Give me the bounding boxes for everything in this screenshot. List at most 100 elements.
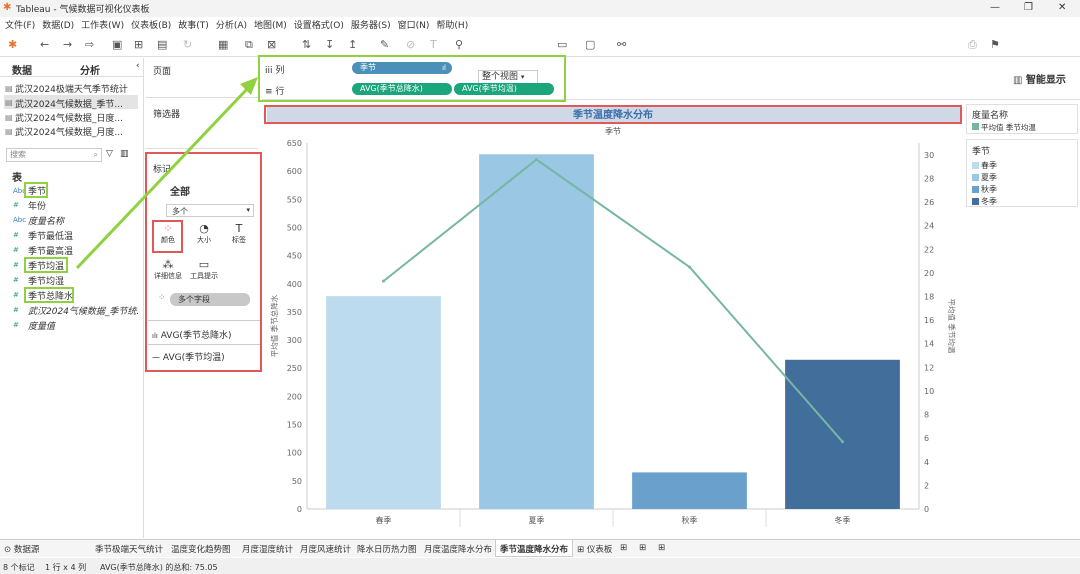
field-record-count[interactable]: 武汉2024气候数据_季节统... [28, 304, 138, 317]
new-dashboard-icon[interactable]: ⊞ [639, 543, 646, 553]
bar-春季 [326, 296, 441, 509]
minimize-icon[interactable]: — [990, 2, 1000, 13]
toolbar: ✱ ← → ⇨ ▣ ⊞ ▤ ↻ ▦ ⧉ ⊠ ⇅ ↧ ↥ ✎ ⊘ T ⚲ 整个视图… [0, 33, 1080, 86]
view-options-icon[interactable]: ▥ [120, 149, 129, 159]
temperature-point [535, 158, 538, 162]
legend-item-spring[interactable]: 春季 [981, 160, 997, 171]
datasource-item[interactable]: 武汉2024气候数据_日度... [15, 111, 139, 124]
field-measure-names[interactable]: 度量名称 [28, 214, 64, 227]
datasource-item-selected[interactable]: 武汉2024气候数据_季节... [15, 97, 139, 110]
sheet-tab[interactable]: 季节极端天气统计 [95, 543, 163, 555]
menu-map[interactable]: 地图(M) [254, 18, 287, 31]
y-right-tick-label: 28 [924, 174, 934, 183]
field-search-input[interactable]: 搜索 ⌕ [6, 148, 102, 162]
y-right-tick-label: 24 [924, 222, 934, 231]
pause-updates-icon[interactable]: ▤ [157, 38, 167, 51]
maximize-icon[interactable]: ❐ [1024, 2, 1033, 13]
legend-item-autumn[interactable]: 秋季 [981, 184, 997, 195]
field-year[interactable]: 年份 [28, 199, 46, 212]
menu-server[interactable]: 服务器(S) [351, 18, 391, 31]
collapse-icon[interactable]: ‹ [136, 61, 140, 71]
menu-analysis[interactable]: 分析(A) [216, 18, 247, 31]
swap-icon[interactable]: ⇅ [302, 38, 311, 51]
show-cards-icon[interactable]: ▭ [557, 38, 567, 51]
labels-icon[interactable]: T [430, 38, 437, 51]
menu-data[interactable]: 数据(D) [42, 18, 74, 31]
sheet-tab[interactable]: 温度变化趋势图 [171, 543, 231, 555]
sheet-tab[interactable]: 降水日历热力图 [357, 543, 417, 555]
new-story-icon[interactable]: ⊞ [658, 543, 665, 553]
field-season-max-temp[interactable]: 季节最高温 [28, 244, 73, 257]
duplicate-sheet-icon[interactable]: ⧉ [245, 38, 253, 52]
y-right-tick-label: 6 [924, 434, 929, 443]
sheet-tab[interactable]: 月度温度降水分布 [424, 543, 492, 555]
menu-dashboard[interactable]: 仪表板(B) [131, 18, 171, 31]
legend-swatch-summer [972, 174, 979, 181]
redo-icon[interactable]: → [63, 38, 72, 51]
tab-data[interactable]: 数据 [12, 62, 32, 77]
pin-icon[interactable]: ⚲ [455, 38, 463, 51]
datasource-tab[interactable]: ⊙ 数据源 [4, 543, 39, 555]
sheet-tab[interactable]: 月度湿度统计 [242, 543, 293, 555]
y-right-tick-label: 2 [924, 481, 929, 490]
clear-sheet-icon[interactable]: ⊠ [267, 38, 276, 51]
y-right-tick-label: 0 [924, 505, 929, 514]
y-right-tick-label: 4 [924, 458, 929, 467]
new-sheet-icon[interactable]: ▦ [218, 38, 228, 51]
highlight-icon[interactable]: ✎ [380, 38, 389, 51]
tableau-home-icon[interactable]: ✱ [8, 38, 17, 51]
legend-swatch [972, 123, 979, 130]
undo-icon[interactable]: ← [40, 38, 49, 51]
field-type-icon: # [13, 246, 19, 254]
group-icon[interactable]: ⊘ [406, 38, 415, 51]
new-worksheet-icon[interactable]: ⊞ [620, 543, 627, 553]
new-datasource-icon[interactable]: ⊞ [134, 38, 143, 51]
tables-header: 表 [12, 173, 22, 184]
x-tick-label: 冬季 [835, 515, 851, 525]
field-season-min-temp[interactable]: 季节最低温 [28, 229, 73, 242]
temperature-point [841, 440, 844, 444]
legend-item-summer[interactable]: 夏季 [981, 172, 997, 183]
season-legend-title: 季节 [972, 147, 991, 157]
measure-legend-item[interactable]: 平均值 季节均温 [981, 122, 1036, 133]
share-icon[interactable]: ⚯ [617, 38, 626, 51]
x-tick-label: 秋季 [682, 515, 698, 525]
pages-label: 页面 [153, 67, 172, 77]
x-tick-label: 春季 [376, 515, 392, 525]
filter-icon[interactable]: ▽ [106, 149, 113, 159]
menu-window[interactable]: 窗口(N) [398, 18, 430, 31]
tab-analysis[interactable]: 分析 [80, 62, 100, 77]
highlight-box-marks [145, 152, 262, 372]
dashboard-tab[interactable]: ⊞ 仪表板 [577, 543, 612, 555]
presentation-icon[interactable]: ▢ [585, 38, 595, 51]
legend-swatch-autumn [972, 186, 979, 193]
field-type-icon: # [13, 291, 19, 299]
window-title: Tableau - 气候数据可视化仪表板 [16, 5, 150, 15]
y-right-tick-label: 8 [924, 411, 929, 420]
y-left-tick-label: 150 [287, 421, 302, 430]
refresh-icon[interactable]: ↻ [183, 38, 192, 51]
datasource-item[interactable]: 武汉2024极端天气季节统计 [15, 82, 139, 95]
menu-file[interactable]: 文件(F) [5, 18, 35, 31]
y-left-tick-label: 550 [287, 195, 302, 204]
menu-worksheet[interactable]: 工作表(W) [81, 18, 124, 31]
menu-format[interactable]: 设置格式(O) [294, 18, 344, 31]
menu-story[interactable]: 故事(T) [178, 18, 209, 31]
sort-asc-icon[interactable]: ↧ [325, 38, 334, 51]
datasource-item[interactable]: 武汉2024气候数据_月度... [15, 125, 139, 138]
legend-item-winter[interactable]: 冬季 [981, 196, 997, 207]
field-season-avg-humidity[interactable]: 季节均湿 [28, 274, 64, 287]
datasource-icon: ▤ [5, 84, 13, 93]
save-icon[interactable]: ▣ [112, 38, 122, 51]
bar-冬季 [785, 359, 900, 509]
close-icon[interactable]: ✕ [1058, 2, 1066, 13]
field-measure-values[interactable]: 度量值 [28, 319, 55, 332]
print-icon[interactable]: ⎙ [968, 38, 977, 52]
menu-help[interactable]: 帮助(H) [436, 18, 468, 31]
sort-desc-icon[interactable]: ↥ [348, 38, 357, 51]
pin-format-icon[interactable]: ⚑ [990, 38, 1000, 51]
sheet-tab-active[interactable]: 季节温度降水分布 [500, 543, 568, 555]
replay-icon[interactable]: ⇨ [85, 38, 94, 51]
sheet-tab[interactable]: 月度风速统计 [300, 543, 351, 555]
y-right-tick-label: 22 [924, 245, 934, 254]
